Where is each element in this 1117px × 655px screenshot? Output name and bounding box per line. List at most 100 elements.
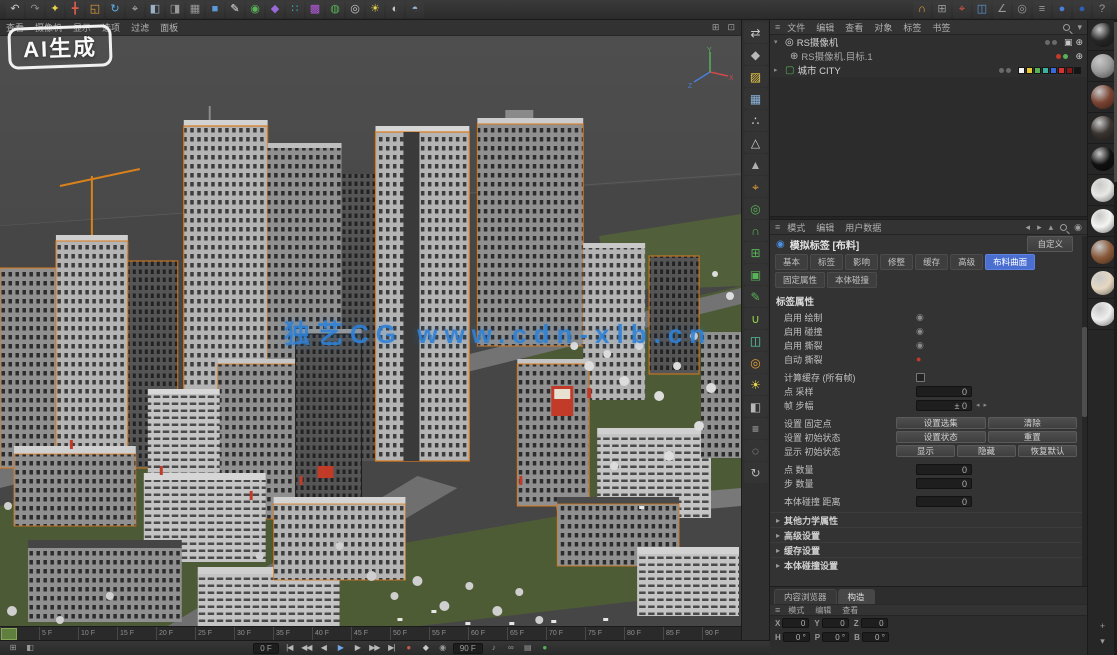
attribute-tab[interactable]: 标签 bbox=[810, 254, 843, 270]
workplane-lock-icon[interactable]: ▣ bbox=[744, 264, 768, 285]
material-tag-chip[interactable] bbox=[1034, 67, 1041, 74]
om-menu-item[interactable]: 标签 bbox=[903, 21, 921, 34]
stepper-down-icon[interactable]: ◂ bbox=[976, 401, 980, 409]
snap-icon[interactable]: ∩ bbox=[913, 2, 931, 18]
grid-snap-icon[interactable]: ⊞ bbox=[933, 2, 951, 18]
chevron-right-icon[interactable]: ▸ bbox=[774, 66, 782, 74]
enable-toggle-icon[interactable]: ◉ bbox=[916, 312, 924, 323]
attribute-tab[interactable]: 布料曲面 bbox=[985, 254, 1035, 270]
prev-frame-icon[interactable]: ◀ bbox=[317, 642, 330, 654]
subdivision-surface-icon[interactable]: ◉ bbox=[246, 2, 264, 18]
frame-step-field[interactable]: ± 0 bbox=[916, 400, 972, 411]
enable-toggle-icon[interactable]: ◉ bbox=[916, 326, 924, 337]
material-thumbnail[interactable] bbox=[1088, 299, 1117, 330]
field-icon[interactable]: ◍ bbox=[326, 2, 344, 18]
om-menu-item[interactable]: 书签 bbox=[932, 21, 950, 34]
visibility-dot[interactable] bbox=[1045, 40, 1050, 45]
visibility-dot[interactable] bbox=[1056, 54, 1061, 59]
add-material-icon[interactable]: + bbox=[1100, 621, 1105, 631]
reset-button[interactable]: 重置 bbox=[988, 431, 1078, 443]
point-sampling-field[interactable]: 0 bbox=[916, 386, 972, 397]
material-thumbnail[interactable] bbox=[1088, 113, 1117, 144]
alert-toggle-icon[interactable]: ● bbox=[916, 354, 921, 364]
material-tag-chip[interactable] bbox=[1058, 67, 1065, 74]
material-thumbnail[interactable] bbox=[1088, 144, 1117, 175]
axis-toggle-icon[interactable]: ⌖ bbox=[953, 2, 971, 18]
camera-tag-icon[interactable]: ▣ bbox=[1064, 37, 1073, 48]
object-manager-empty-area[interactable] bbox=[770, 77, 1087, 216]
workplane-mode-icon[interactable]: ▦ bbox=[744, 88, 768, 109]
viewport-3d[interactable]: 查看摄像机显示选项过滤面板 ⊞ ⊡ bbox=[0, 20, 742, 640]
spline-snap-icon[interactable]: ✎ bbox=[744, 286, 768, 307]
search-icon[interactable] bbox=[1060, 224, 1067, 231]
camera-lock-icon[interactable]: ◎ bbox=[744, 352, 768, 373]
set-selection-button[interactable]: 设置选集 bbox=[896, 417, 986, 429]
set-state-button[interactable]: 设置状态 bbox=[896, 431, 986, 443]
scrollbar[interactable] bbox=[1082, 236, 1087, 586]
coord-menu-item[interactable]: 编辑 bbox=[815, 605, 831, 616]
render-view-icon[interactable]: ◧ bbox=[146, 2, 164, 18]
hamburger-icon[interactable]: ≡ bbox=[775, 605, 780, 615]
coordinate-value-field[interactable]: 0 ° bbox=[822, 632, 849, 642]
sound-toggle-icon[interactable]: ♪ bbox=[487, 642, 500, 654]
stepper-up-icon[interactable]: ▸ bbox=[984, 401, 988, 409]
material-icon[interactable]: ◐ bbox=[386, 2, 404, 18]
measure-icon[interactable]: ∠ bbox=[993, 2, 1011, 18]
custom-button[interactable]: 自定义 bbox=[1027, 236, 1073, 252]
isolate-icon[interactable]: ◎ bbox=[1013, 2, 1031, 18]
tab-structure[interactable]: 构造 bbox=[838, 589, 875, 604]
coord-menu-item[interactable]: 查看 bbox=[842, 605, 858, 616]
coord-menu-item[interactable]: 模式 bbox=[788, 605, 804, 616]
material-thumbnail[interactable] bbox=[1088, 237, 1117, 268]
material-filter-icon[interactable]: ▾ bbox=[1100, 636, 1105, 647]
volume-builder-icon[interactable]: ▩ bbox=[306, 2, 324, 18]
object-row-city[interactable]: ▸ ▢ 城市 CITY bbox=[770, 63, 1087, 77]
rotate-tool-icon[interactable]: ↻ bbox=[106, 2, 124, 18]
visibility-dot[interactable] bbox=[1006, 68, 1011, 73]
goto-start-icon[interactable]: |◀ bbox=[283, 642, 296, 654]
material-tag-chip[interactable] bbox=[1050, 67, 1057, 74]
extrude-generator-icon[interactable]: ◆ bbox=[266, 2, 284, 18]
coordinate-value-field[interactable]: 0 bbox=[822, 618, 849, 628]
grid-toggle-icon[interactable]: ⊞ bbox=[6, 642, 19, 654]
chevron-down-icon[interactable]: ▾ bbox=[774, 38, 782, 46]
display-filter-icon[interactable]: ◧ bbox=[744, 396, 768, 417]
section-header[interactable]: ▸ 其他力学属性 bbox=[770, 512, 1087, 527]
snap-toggle-icon[interactable]: ∩ bbox=[744, 220, 768, 241]
light-toggle-icon[interactable]: ☀ bbox=[744, 374, 768, 395]
undo-icon[interactable]: ↶ bbox=[6, 2, 24, 18]
om-menu-item[interactable]: 查看 bbox=[845, 21, 863, 34]
points-mode-icon[interactable]: ∴ bbox=[744, 110, 768, 131]
magnet-tool-icon[interactable]: ∪ bbox=[744, 308, 768, 329]
playhead[interactable] bbox=[1, 628, 17, 640]
layout-animate-icon[interactable]: ● bbox=[1073, 2, 1091, 18]
viewport-grid-icon[interactable]: ⊞ bbox=[712, 22, 720, 33]
target-tag-icon[interactable]: ⊕ bbox=[1075, 51, 1083, 62]
play-button[interactable]: ▶ bbox=[334, 642, 347, 654]
axis-gizmo[interactable]: X Y Z bbox=[687, 46, 733, 92]
attribute-tab[interactable]: 固定属性 bbox=[775, 272, 825, 288]
visibility-dot[interactable] bbox=[1063, 54, 1068, 59]
self-collision-distance-field[interactable]: 0 bbox=[916, 496, 972, 507]
attribute-tab[interactable]: 缓存 bbox=[915, 254, 948, 270]
loop-toggle-icon[interactable]: ∞ bbox=[504, 642, 517, 654]
render-settings-icon[interactable]: ◨ bbox=[166, 2, 184, 18]
add-cube-icon[interactable]: ■ bbox=[206, 2, 224, 18]
spline-pen-icon[interactable]: ✎ bbox=[226, 2, 244, 18]
attribute-tab[interactable]: 本体碰撞 bbox=[827, 272, 877, 288]
material-thumbnail[interactable] bbox=[1088, 268, 1117, 299]
mirror-tool-icon[interactable]: ◫ bbox=[744, 330, 768, 351]
texture-mode-icon[interactable]: ▨ bbox=[744, 66, 768, 87]
parent-object-icon[interactable]: ▴ bbox=[1049, 222, 1054, 233]
om-menu-item[interactable]: 编辑 bbox=[816, 21, 834, 34]
render-status-icon[interactable]: ● bbox=[538, 642, 551, 654]
hide-state-button[interactable]: 隐藏 bbox=[957, 445, 1016, 457]
object-row-camera-target[interactable]: ⊕ RS摄像机.目标.1 ⊕ bbox=[770, 49, 1087, 63]
live-selection-icon[interactable]: ✦ bbox=[46, 2, 64, 18]
material-thumbnail[interactable] bbox=[1088, 20, 1117, 51]
show-state-button[interactable]: 显示 bbox=[896, 445, 955, 457]
goto-end-icon[interactable]: ▶| bbox=[385, 642, 398, 654]
attribute-tab[interactable]: 高级 bbox=[950, 254, 983, 270]
material-tag-chip[interactable] bbox=[1042, 67, 1049, 74]
help-icon[interactable]: ? bbox=[1093, 2, 1111, 18]
